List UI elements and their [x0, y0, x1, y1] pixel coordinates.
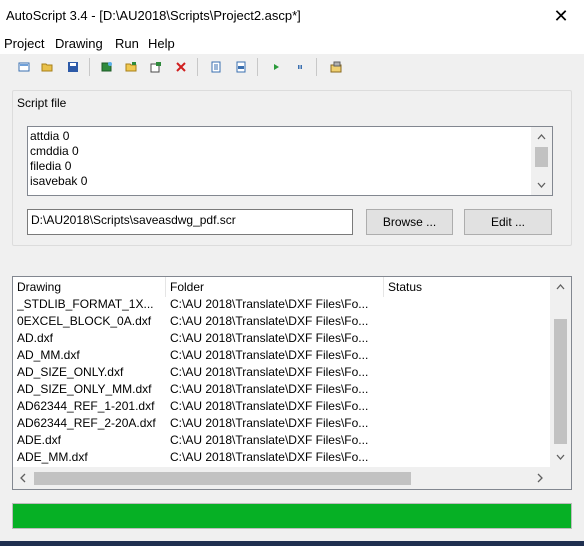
table-row[interactable]: AD62344_REF_1-201.dxf C:\AU 2018\Transla… — [13, 398, 552, 415]
column-header-status[interactable]: Status — [384, 277, 552, 297]
scroll-down-icon — [537, 182, 546, 188]
close-button[interactable]: ✕ — [538, 0, 584, 32]
scroll-thumb — [554, 319, 567, 444]
drawing-folder: C:\AU 2018\Translate\DXF Files\Fo... — [170, 399, 369, 413]
scroll-up-icon — [537, 134, 546, 140]
table-row[interactable]: ADE_MM.dxf C:\AU 2018\Translate\DXF File… — [13, 449, 552, 466]
drawing-folder: C:\AU 2018\Translate\DXF Files\Fo... — [170, 331, 369, 345]
scroll-left-icon — [20, 473, 26, 483]
drawing-folder: C:\AU 2018\Translate\DXF Files\Fo... — [170, 348, 369, 362]
menu-help[interactable]: Help — [148, 36, 175, 51]
table-vertical-scrollbar[interactable] — [550, 277, 571, 467]
drawing-folder: C:\AU 2018\Translate\DXF Files\Fo... — [170, 416, 369, 430]
drawing-name: _STDLIB_FORMAT_1X... — [17, 297, 154, 311]
scroll-thumb — [535, 147, 548, 167]
add-drawings-icon[interactable] — [98, 58, 116, 76]
menu-bar: Project Drawing Run Help — [0, 32, 584, 54]
table-horizontal-scrollbar[interactable] — [13, 467, 552, 489]
drawing-folder: C:\AU 2018\Translate\DXF Files\Fo... — [170, 433, 369, 447]
script-line: filedia 0 — [30, 159, 72, 173]
menu-run[interactable]: Run — [115, 36, 139, 51]
drawing-name: ADE_MM.dxf — [17, 450, 88, 464]
drawing-name: AD62344_REF_1-201.dxf — [17, 399, 155, 413]
script-scrollbar[interactable] — [531, 127, 552, 195]
drawing-folder: C:\AU 2018\Translate\DXF Files\Fo... — [170, 297, 369, 311]
drawing-name: AD62344_REF_2-20A.dxf — [17, 416, 156, 430]
drawing-name: AD_MM.dxf — [17, 348, 80, 362]
drawing-folder: C:\AU 2018\Translate\DXF Files\Fo... — [170, 365, 369, 379]
column-header-folder[interactable]: Folder — [166, 277, 384, 297]
toolbar — [0, 54, 584, 80]
scroll-thumb — [34, 472, 411, 485]
table-row[interactable]: AD_SIZE_ONLY.dxf C:\AU 2018\Translate\DX… — [13, 364, 552, 381]
window-title: AutoScript 3.4 - [D:\AU2018\Scripts\Proj… — [6, 8, 301, 23]
pause-icon[interactable] — [291, 58, 309, 76]
select-all-icon[interactable] — [207, 58, 225, 76]
table-row[interactable]: 0EXCEL_BLOCK_0A.dxf C:\AU 2018\Translate… — [13, 313, 552, 330]
toolbar-separator — [197, 58, 198, 76]
column-header-drawing[interactable]: Drawing — [13, 277, 166, 297]
table-row[interactable]: _STDLIB_FORMAT_1X... C:\AU 2018\Translat… — [13, 296, 552, 313]
invert-selection-icon[interactable] — [232, 58, 250, 76]
progress-fill — [13, 504, 571, 528]
drawing-folder: C:\AU 2018\Translate\DXF Files\Fo... — [170, 450, 369, 464]
new-project-icon[interactable] — [15, 58, 33, 76]
script-line: cmddia 0 — [30, 144, 79, 158]
toolbar-separator — [316, 58, 317, 76]
drawing-folder: C:\AU 2018\Translate\DXF Files\Fo... — [170, 314, 369, 328]
script-file-label: Script file — [17, 96, 69, 110]
script-line: attdia 0 — [30, 129, 70, 143]
toolbar-separator — [89, 58, 90, 76]
toolbar-separator — [257, 58, 258, 76]
drawing-name: AD_SIZE_ONLY_MM.dxf — [17, 382, 152, 396]
window-bottom-edge — [0, 541, 584, 546]
menu-project[interactable]: Project — [4, 36, 44, 51]
run-icon[interactable] — [267, 58, 285, 76]
table-row[interactable]: AD_SIZE_ONLY_MM.dxf C:\AU 2018\Translate… — [13, 381, 552, 398]
script-line: isavebak 0 — [30, 174, 88, 188]
add-from-list-icon[interactable] — [147, 58, 165, 76]
scroll-down-icon — [556, 454, 565, 460]
drawing-name: AD_SIZE_ONLY.dxf — [17, 365, 124, 379]
table-row[interactable]: AD62344_REF_2-20A.dxf C:\AU 2018\Transla… — [13, 415, 552, 432]
open-project-icon[interactable] — [38, 58, 56, 76]
drawing-name: ADE.dxf — [17, 433, 62, 447]
script-preview[interactable]: attdia 0 cmddia 0 filedia 0 isavebak 0 — [27, 126, 553, 196]
menu-drawing[interactable]: Drawing — [55, 36, 103, 51]
drawing-folder: C:\AU 2018\Translate\DXF Files\Fo... — [170, 382, 369, 396]
drawings-table: Drawing Folder Status _STDLIB_FORMAT_1X.… — [12, 276, 572, 490]
save-project-icon[interactable] — [64, 58, 82, 76]
options-icon[interactable] — [327, 58, 345, 76]
drawing-name: AD.dxf — [17, 331, 54, 345]
browse-button[interactable]: Browse ... — [366, 209, 453, 235]
title-bar: AutoScript 3.4 - [D:\AU2018\Scripts\Proj… — [0, 0, 584, 32]
progress-bar — [12, 503, 572, 529]
table-row[interactable]: ADE.dxf C:\AU 2018\Translate\DXF Files\F… — [13, 432, 552, 449]
add-folder-icon[interactable] — [122, 58, 140, 76]
scroll-right-icon — [537, 473, 543, 483]
drawing-name: 0EXCEL_BLOCK_0A.dxf — [17, 314, 152, 328]
edit-button[interactable]: Edit ... — [464, 209, 552, 235]
table-row[interactable]: AD_MM.dxf C:\AU 2018\Translate\DXF Files… — [13, 347, 552, 364]
remove-drawing-icon[interactable] — [172, 58, 190, 76]
table-row[interactable]: AD.dxf C:\AU 2018\Translate\DXF Files\Fo… — [13, 330, 552, 347]
script-path-field[interactable]: D:\AU2018\Scripts\saveasdwg_pdf.scr — [27, 209, 353, 235]
scroll-up-icon — [556, 284, 565, 290]
close-icon: ✕ — [553, 5, 569, 26]
scrollbar-corner — [550, 467, 571, 489]
